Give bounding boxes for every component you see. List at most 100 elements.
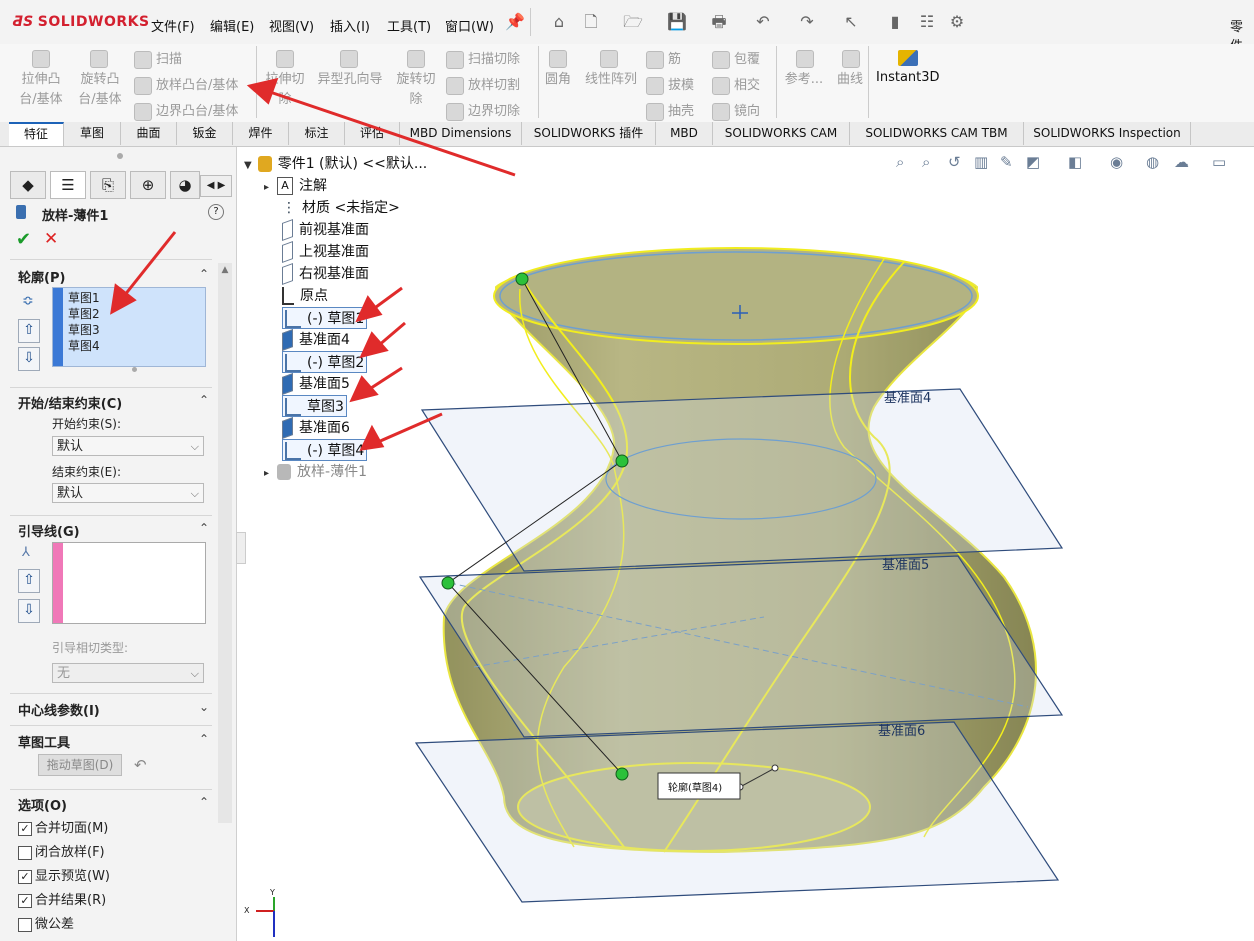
tree-item[interactable]: 原点 <box>282 285 328 305</box>
display-style-icon[interactable]: ◧ <box>1068 153 1082 171</box>
profiles-listbox[interactable]: 草图1 草图2 草图3 草图4 <box>52 287 206 367</box>
reference-geometry-button[interactable]: 参考... <box>780 70 828 90</box>
menu-edit[interactable]: 编辑(E) <box>210 16 254 35</box>
loft-cut-button[interactable]: 放样切割 <box>446 74 520 95</box>
plane-6[interactable] <box>414 721 1060 903</box>
rib-button[interactable]: 筋 <box>646 48 681 69</box>
intersect-button[interactable]: 相交 <box>712 74 760 95</box>
tab-features[interactable]: 特征 <box>9 122 64 146</box>
dimxpert-tab-icon[interactable]: ⊕ <box>130 171 166 199</box>
revolve-boss-button[interactable]: 旋转凸 台/基体 <box>74 70 126 110</box>
rebuild-icon[interactable]: ▮ <box>884 12 906 32</box>
guide-tangency-select[interactable]: 无 ⌵ <box>52 663 204 683</box>
section-view-icon[interactable]: ▥ <box>974 153 988 171</box>
file-properties-icon[interactable]: ☷ <box>916 12 938 32</box>
tree-root[interactable]: ▼ 零件1 (默认) <<默认... <box>244 153 427 173</box>
tree-item[interactable]: 草图3 <box>282 395 347 417</box>
pin-icon[interactable]: 📌 <box>504 12 526 32</box>
view-settings-icon[interactable]: ▭ <box>1212 153 1226 171</box>
end-constraint-select[interactable]: 默认 ⌵ <box>52 483 204 503</box>
hole-wizard-button[interactable]: 异型孔向导 <box>314 70 386 90</box>
print-icon[interactable]: 🖶 <box>708 12 730 32</box>
extrude-boss-button[interactable]: 拉伸凸 台/基体 <box>18 70 64 110</box>
view-orientation-icon[interactable]: ◩ <box>1026 153 1040 171</box>
tab-markup[interactable]: 标注 <box>289 122 345 145</box>
tab-mbd[interactable]: MBD <box>656 122 713 145</box>
guides-listbox[interactable] <box>52 542 206 624</box>
select-pointer-icon[interactable]: ↖ <box>840 12 862 32</box>
connector-handle[interactable] <box>441 576 455 590</box>
tree-item[interactable]: 基准面5 <box>282 372 350 396</box>
tree-item[interactable]: 上视基准面 <box>282 240 369 264</box>
curves-button[interactable]: 曲线 <box>832 70 868 90</box>
options-gear-icon[interactable]: ⚙ <box>946 12 968 32</box>
option-checkbox[interactable]: ✓ <box>18 893 32 908</box>
tab-solidworks-inspection[interactable]: SOLIDWORKS Inspection <box>1024 122 1191 145</box>
option-checkbox[interactable] <box>18 845 32 860</box>
option-row[interactable]: 微公差 <box>18 913 74 932</box>
tab-surfaces[interactable]: 曲面 <box>121 122 177 145</box>
sweep-cut-button[interactable]: 扫描切除 <box>446 48 520 69</box>
collapse-chevron-icon[interactable]: ⌃ <box>199 267 209 281</box>
start-constraint-select[interactable]: 默认 ⌵ <box>52 436 204 456</box>
option-row[interactable]: 闭合放样(F) <box>18 841 105 860</box>
new-document-icon[interactable]: 🗋 <box>580 12 602 32</box>
expand-arrow-icon[interactable]: ▸ <box>264 468 269 479</box>
tree-item[interactable]: 基准面6 <box>282 416 350 440</box>
connector-handle[interactable] <box>615 454 629 468</box>
tree-item[interactable]: ▸ 放样-薄件1 <box>264 461 367 481</box>
option-checkbox[interactable]: ✓ <box>18 869 32 884</box>
option-checkbox[interactable]: ✓ <box>18 821 32 836</box>
collapse-chevron-icon[interactable]: ⌃ <box>199 521 209 535</box>
tab-solidworks-cam-tbm[interactable]: SOLIDWORKS CAM TBM <box>850 122 1024 145</box>
ok-check-icon[interactable]: ✔ <box>16 229 31 250</box>
mirror-button[interactable]: 镜向 <box>712 100 760 121</box>
fillet-button[interactable]: 圆角 <box>540 70 576 90</box>
sketch-tools-section-header[interactable]: 草图工具 <box>18 732 70 751</box>
guides-section-header[interactable]: 引导线(G) <box>18 521 80 540</box>
move-down-button[interactable]: ⇩ <box>18 347 40 371</box>
boundary-cut-button[interactable]: 边界切除 <box>446 100 520 121</box>
option-row[interactable]: ✓ 显示预览(W) <box>18 865 110 884</box>
profiles-section-header[interactable]: 轮廓(P) <box>18 267 65 286</box>
apply-scene-icon[interactable]: ☁ <box>1174 153 1189 171</box>
tree-item[interactable]: ▸ A 注解 <box>264 175 327 195</box>
option-row[interactable]: ✓ 合并切面(M) <box>18 817 108 836</box>
tree-item[interactable]: (-) 草图1 <box>282 307 368 329</box>
configuration-manager-tab-icon[interactable]: ⎘ <box>90 171 126 199</box>
connector-handle[interactable] <box>515 272 529 286</box>
option-checkbox[interactable] <box>18 917 32 932</box>
list-item[interactable]: 草图3 <box>68 322 100 338</box>
plane-4[interactable] <box>420 388 1064 572</box>
menu-tools[interactable]: 工具(T) <box>387 16 431 35</box>
linear-pattern-button[interactable]: 线性阵列 <box>580 70 642 90</box>
menu-window[interactable]: 窗口(W) <box>445 16 494 35</box>
tree-item[interactable]: 基准面4 <box>282 328 350 352</box>
panel-scrollbar[interactable]: ▲ <box>218 263 232 823</box>
tree-item[interactable]: 前视基准面 <box>282 218 369 242</box>
tab-evaluate[interactable]: 评估 <box>345 122 400 145</box>
plane-5[interactable] <box>418 555 1064 738</box>
draft-button[interactable]: 拔模 <box>646 74 694 95</box>
boundary-boss-button[interactable]: 边界凸台/基体 <box>134 100 238 121</box>
instant3d-button[interactable]: Instant3D <box>876 70 940 85</box>
drag-sketch-button[interactable]: 拖动草图(D) <box>38 754 122 776</box>
collapse-chevron-icon[interactable]: ⌃ <box>199 393 209 407</box>
loft-boss-button[interactable]: 放样凸台/基体 <box>134 74 238 95</box>
move-up-button[interactable]: ⇧ <box>18 319 40 343</box>
tab-mbd-dimensions[interactable]: MBD Dimensions <box>400 122 522 145</box>
tab-solidworks-addins[interactable]: SOLIDWORKS 插件 <box>522 122 656 145</box>
tab-weldments[interactable]: 焊件 <box>233 122 289 145</box>
tab-sheet-metal[interactable]: 钣金 <box>177 122 233 145</box>
property-manager-tab-icon[interactable]: ☰ <box>50 171 86 199</box>
save-icon[interactable]: 💾 <box>666 12 688 32</box>
zoom-area-icon[interactable]: ⌕ <box>922 153 930 171</box>
tree-item[interactable]: (-) 草图4 <box>282 439 368 461</box>
collapse-chevron-icon[interactable]: ⌃ <box>199 795 209 809</box>
list-item[interactable]: 草图4 <box>68 338 100 354</box>
connector-handle[interactable] <box>615 767 629 781</box>
menu-view[interactable]: 视图(V) <box>269 16 314 35</box>
tree-item[interactable]: (-) 草图2 <box>282 351 368 373</box>
tree-item[interactable]: ⋮ 材质 <未指定> <box>282 197 400 217</box>
constraints-section-header[interactable]: 开始/结束约束(C) <box>18 393 122 412</box>
